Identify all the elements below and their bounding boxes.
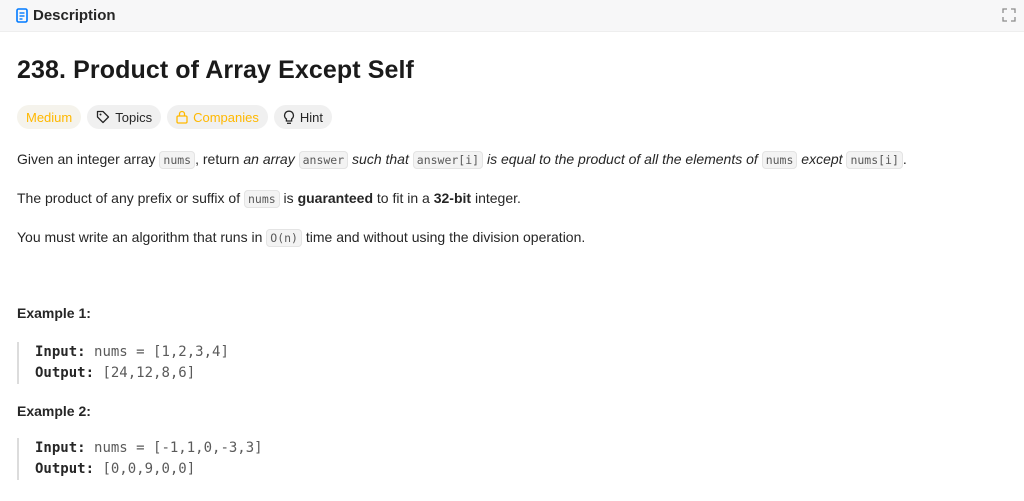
hint-button[interactable]: Hint — [273, 105, 332, 129]
problem-title: 238. Product of Array Except Self — [17, 56, 414, 84]
italic-text: except — [801, 151, 843, 167]
italic-text: an array — [243, 151, 295, 167]
example-2-block: Input: nums = [-1,1,0,-3,3] Output: [0,0… — [17, 438, 417, 480]
example-input: nums = [1,2,3,4] — [94, 344, 229, 360]
italic-text: such that — [352, 151, 409, 167]
tab-description[interactable]: Description — [16, 7, 116, 24]
text-segment: , return — [195, 151, 244, 167]
example-output: [24,12,8,6] — [102, 365, 196, 381]
panel-header: Description — [0, 0, 1024, 32]
input-label: Input: — [35, 440, 86, 456]
lock-icon — [176, 110, 188, 124]
expand-icon[interactable] — [1002, 8, 1016, 22]
companies-button[interactable]: Companies — [167, 105, 268, 129]
example-2-title: Example 2: — [17, 403, 91, 419]
text-segment: Given an integer array — [17, 151, 160, 167]
inline-code: nums — [761, 151, 798, 169]
inline-code: nums[i] — [846, 151, 903, 169]
text-segment: to fit in a — [373, 190, 434, 206]
lightbulb-icon — [283, 110, 294, 124]
inline-code: nums — [243, 190, 280, 208]
input-label: Input: — [35, 344, 86, 360]
tag-icon — [97, 110, 110, 124]
inline-code: nums — [159, 151, 196, 169]
example-1-block: Input: nums = [1,2,3,4] Output: [24,12,8… — [17, 342, 417, 384]
topics-label: Topics — [115, 109, 153, 125]
text-segment: is — [279, 190, 298, 206]
example-1-title: Example 1: — [17, 305, 91, 321]
problem-statement: Given an integer array nums, return an a… — [17, 149, 907, 170]
text-segment: The product of any prefix or suffix of — [17, 190, 244, 206]
italic-text: is equal to the product of all the eleme… — [486, 151, 758, 167]
output-label: Output: — [35, 365, 95, 381]
inline-code: answer — [298, 151, 349, 169]
difficulty-badge: Medium — [17, 105, 82, 129]
requirement-paragraph: You must write an algorithm that runs in… — [17, 227, 585, 248]
text-segment: . — [902, 151, 907, 167]
companies-label: Companies — [193, 109, 259, 125]
constraint-paragraph: The product of any prefix or suffix of n… — [17, 188, 521, 209]
problem-tags: Medium Topics Companies Hint — [17, 105, 332, 129]
inline-code: O(n) — [266, 229, 302, 247]
bold-text: guaranteed — [297, 190, 374, 206]
output-label: Output: — [35, 461, 95, 477]
text-segment: time and without using the division oper… — [301, 229, 586, 245]
description-icon — [16, 8, 28, 23]
inline-code: answer[i] — [412, 151, 484, 169]
bold-text: 32-bit — [433, 190, 472, 206]
text-segment: integer. — [471, 190, 521, 206]
hint-label: Hint — [299, 109, 323, 125]
topics-button[interactable]: Topics — [87, 105, 162, 129]
tab-description-label: Description — [33, 7, 116, 24]
example-output: [0,0,9,0,0] — [102, 461, 196, 477]
example-input: nums = [-1,1,0,-3,3] — [94, 440, 263, 456]
text-segment: You must write an algorithm that runs in — [17, 229, 267, 245]
